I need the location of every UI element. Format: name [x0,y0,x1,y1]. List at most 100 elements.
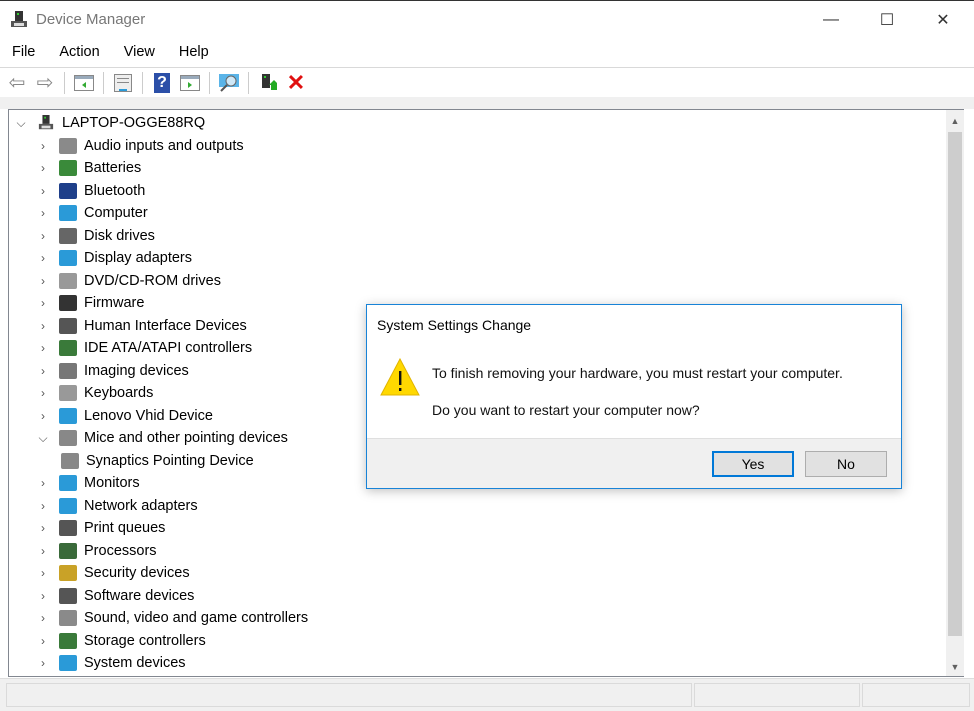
device-category-icon [59,160,77,176]
tree-category[interactable]: › Lenovo Vhid Device [37,405,213,427]
tree-item-label: Bluetooth [84,182,146,199]
tree-category[interactable]: › Print queues [37,517,165,539]
chevron-right-icon[interactable]: › [37,184,49,198]
chevron-right-icon[interactable]: › [37,251,49,265]
maximize-button[interactable]: ☐ [864,1,910,39]
chevron-right-icon[interactable]: › [37,521,49,535]
back-arrow-icon[interactable]: ⇦ [5,72,29,94]
device-category-icon [59,250,77,266]
vertical-scrollbar[interactable]: ▲ ▼ [946,110,964,676]
chevron-right-icon[interactable]: › [37,319,49,333]
tree-category[interactable]: › Software devices [37,585,194,607]
scroll-down-arrow-icon[interactable]: ▼ [946,658,964,676]
tree-item-label: Disk drives [84,227,155,244]
chevron-down-icon[interactable]: ⌵ [15,116,27,131]
forward-arrow-icon[interactable]: ⇨ [33,72,57,94]
chevron-right-icon[interactable]: › [37,161,49,175]
device-category-icon [59,542,77,559]
tree-item-label: Mice and other pointing devices [84,430,288,446]
chevron-right-icon[interactable]: › [37,341,49,355]
device-category-icon [59,317,77,334]
computer-tower-icon [38,115,54,130]
menu-view[interactable]: View [112,40,167,64]
dialog-question: Do you want to restart your computer now… [432,402,700,418]
tree-category[interactable]: › Display adapters [37,247,192,269]
toolbar-separator [64,71,65,94]
toolbar-separator [248,71,249,94]
tree-category[interactable]: › Network adapters [37,495,198,517]
tree-category[interactable]: › System devices [37,652,186,674]
chevron-right-icon[interactable]: › [37,274,49,288]
tree-category[interactable]: › Keyboards [37,382,153,404]
scrollbar-thumb[interactable] [948,132,962,636]
help-icon[interactable]: ? [150,72,174,94]
menu-help[interactable]: Help [167,40,221,64]
tree-category[interactable]: ⌵ Mice and other pointing devices [37,427,288,449]
chevron-right-icon[interactable]: › [37,566,49,580]
tree-category[interactable]: › Disk drives [37,225,155,247]
dialog-footer: Yes No [367,438,901,488]
chevron-right-icon[interactable]: › [37,296,49,310]
tree-category[interactable]: › DVD/CD-ROM drives [37,270,221,292]
tree-category[interactable]: › Monitors [37,472,140,494]
chevron-right-icon[interactable]: › [37,139,49,153]
chevron-right-icon[interactable]: › [37,229,49,243]
device-category-icon [59,340,77,356]
show-hide-console-tree-icon[interactable] [72,72,96,94]
close-button[interactable]: ✕ [920,1,966,39]
chevron-right-icon[interactable]: › [37,589,49,603]
tree-item-label: Processors [84,542,157,559]
warning-icon [380,357,420,396]
scroll-up-arrow-icon[interactable]: ▲ [946,112,964,130]
tree-category[interactable]: › Security devices [37,562,190,584]
tree-category[interactable]: › Sound, video and game controllers [37,607,308,629]
tree-item-label: Display adapters [84,250,192,266]
tree-category[interactable]: › Bluetooth [37,180,145,202]
tree-category[interactable]: › Computer [37,202,148,224]
system-settings-change-dialog: System Settings Change To finish removin… [366,304,902,489]
menu-bar: File Action View Help [0,40,974,64]
device-category-icon [59,137,77,154]
device-manager-icon [11,11,27,27]
tree-category[interactable]: › Human Interface Devices [37,315,247,337]
tree-category[interactable]: › Storage controllers [37,630,206,652]
tree-category[interactable]: › Imaging devices [37,360,189,382]
tree-category[interactable]: › IDE ATA/ATAPI controllers [37,337,252,359]
tree-category[interactable]: › Audio inputs and outputs [37,135,244,157]
uninstall-device-icon[interactable]: ✕ [284,70,308,95]
chevron-right-icon[interactable]: › [37,386,49,400]
chevron-right-icon[interactable]: › [37,656,49,670]
device-category-icon [59,295,77,311]
device-category-icon [59,385,77,401]
minimize-button[interactable]: — [808,1,854,39]
chevron-right-icon[interactable]: › [37,364,49,378]
properties-icon[interactable] [111,72,135,94]
tree-item-label: System devices [84,655,186,671]
tree-category[interactable]: › Processors [37,540,157,562]
menu-action[interactable]: Action [47,40,111,64]
chevron-down-icon[interactable]: ⌵ [37,431,49,446]
no-button[interactable]: No [805,451,887,477]
device-category-icon [59,182,77,199]
update-driver-icon[interactable] [256,72,280,94]
chevron-right-icon[interactable]: › [37,409,49,423]
menu-file[interactable]: File [0,40,47,64]
tree-category[interactable]: › Batteries [37,157,141,179]
chevron-right-icon[interactable]: › [37,206,49,220]
toolbar-separator [103,71,104,94]
status-pane [6,683,692,707]
tree-category[interactable]: › Firmware [37,292,144,314]
yes-button[interactable]: Yes [712,451,794,477]
tree-root[interactable]: ⌵ LAPTOP-OGGE88RQ [15,112,205,134]
tree-child-item[interactable]: Synaptics Pointing Device [61,450,254,472]
chevron-right-icon[interactable]: › [37,499,49,513]
chevron-right-icon[interactable]: › [37,544,49,558]
window-title: Device Manager [36,11,146,28]
tree-item-label: Imaging devices [84,362,189,379]
chevron-right-icon[interactable]: › [37,634,49,648]
show-action-pane-icon[interactable] [178,72,202,94]
chevron-right-icon[interactable]: › [37,476,49,490]
chevron-right-icon[interactable]: › [37,611,49,625]
tree-item-label: Monitors [84,475,140,491]
scan-hardware-icon[interactable] [217,72,241,94]
